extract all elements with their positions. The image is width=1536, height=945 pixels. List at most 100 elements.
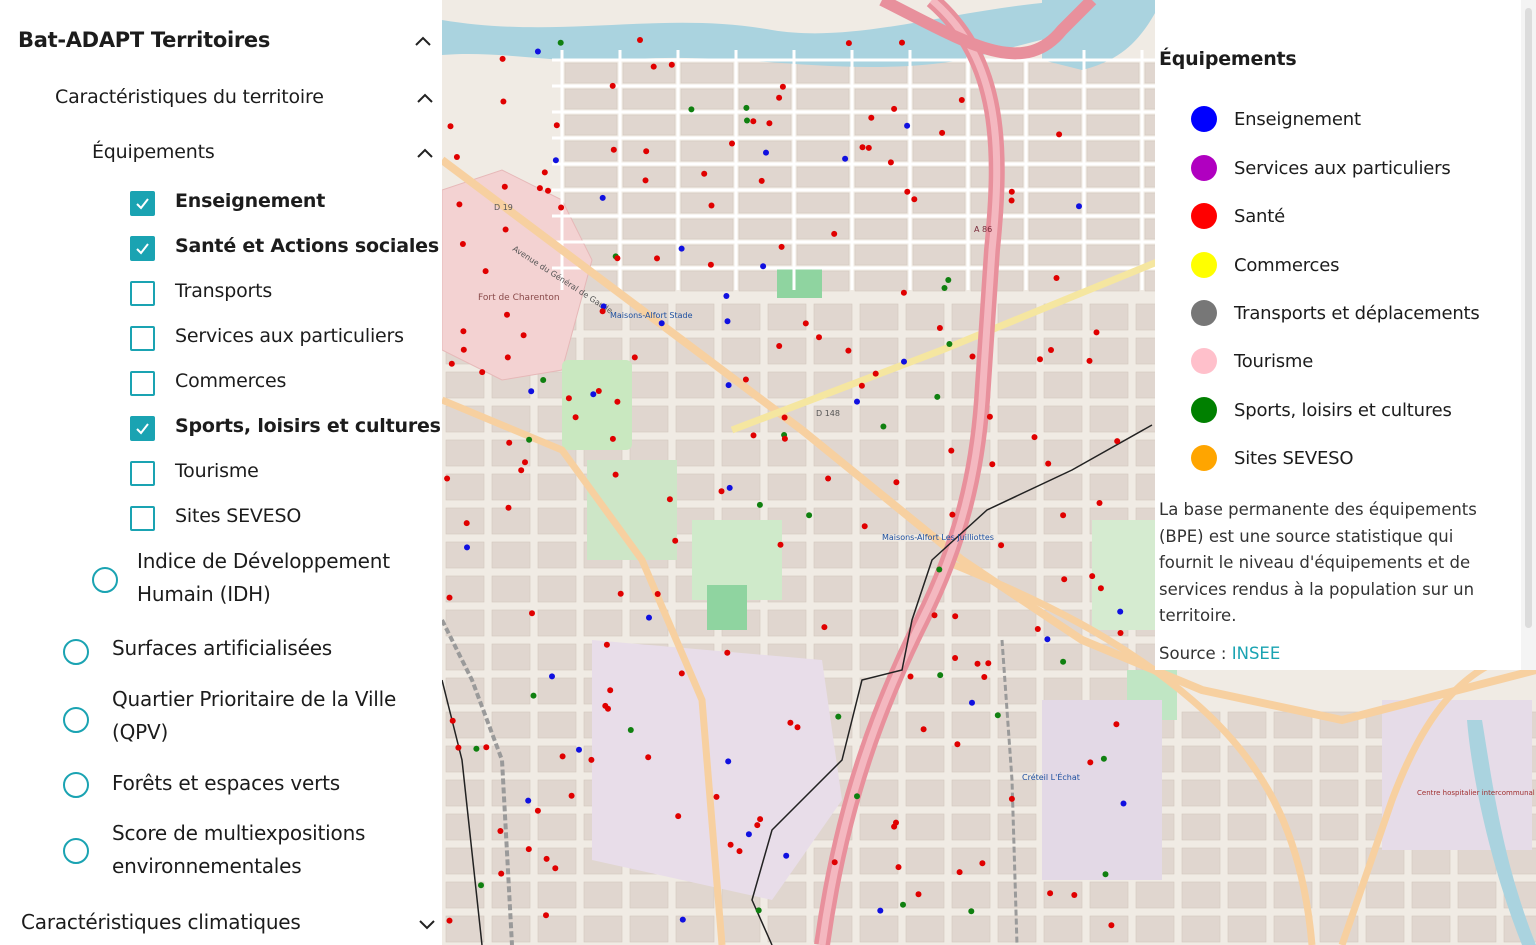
checkbox-commerces[interactable]	[130, 371, 155, 396]
poi-marker[interactable]	[558, 204, 565, 211]
poi-marker[interactable]	[528, 388, 535, 395]
poi-marker[interactable]	[981, 674, 988, 680]
poi-marker[interactable]	[505, 504, 512, 511]
poi-marker[interactable]	[783, 852, 790, 859]
poi-marker[interactable]	[854, 398, 860, 405]
poi-marker[interactable]	[1061, 576, 1068, 583]
poi-marker[interactable]	[743, 104, 750, 111]
poi-marker[interactable]	[455, 744, 462, 751]
poi-marker[interactable]	[939, 129, 946, 136]
poi-marker[interactable]	[756, 501, 763, 508]
surfaces-artificialisees-radio[interactable]	[63, 639, 89, 665]
poi-marker[interactable]	[1120, 800, 1127, 807]
poi-marker[interactable]	[595, 388, 602, 394]
poi-marker[interactable]	[1086, 357, 1093, 364]
poi-marker[interactable]	[1076, 203, 1082, 210]
poi-marker[interactable]	[859, 144, 866, 151]
poi-marker[interactable]	[750, 432, 757, 439]
poi-marker[interactable]	[650, 63, 657, 70]
poi-marker[interactable]	[590, 391, 597, 398]
poi-marker[interactable]	[723, 293, 730, 299]
poi-marker[interactable]	[446, 594, 453, 601]
poi-marker[interactable]	[498, 870, 505, 877]
poi-marker[interactable]	[627, 727, 634, 733]
poi-marker[interactable]	[482, 268, 489, 275]
poi-marker[interactable]	[893, 479, 900, 486]
poi-marker[interactable]	[725, 382, 732, 389]
poi-marker[interactable]	[952, 655, 959, 661]
poi-marker[interactable]	[446, 917, 453, 924]
poi-marker[interactable]	[1113, 721, 1120, 728]
checkbox-services-aux-particuliers[interactable]	[130, 326, 155, 351]
poi-marker[interactable]	[1096, 500, 1103, 506]
poi-marker[interactable]	[718, 488, 725, 495]
poi-marker[interactable]	[501, 183, 508, 190]
subsection-equipements[interactable]: Équipements	[92, 141, 215, 163]
poi-marker[interactable]	[958, 97, 965, 103]
poi-marker[interactable]	[989, 461, 996, 468]
poi-marker[interactable]	[1037, 356, 1043, 363]
poi-marker[interactable]	[448, 360, 455, 367]
poi-marker[interactable]	[672, 537, 679, 544]
poi-marker[interactable]	[845, 347, 852, 354]
poi-marker[interactable]	[969, 353, 976, 360]
poi-marker[interactable]	[504, 354, 511, 361]
poi-marker[interactable]	[609, 435, 616, 442]
poi-marker[interactable]	[599, 194, 606, 201]
poi-marker[interactable]	[861, 523, 868, 530]
poi-marker[interactable]	[781, 414, 788, 421]
poi-marker[interactable]	[529, 610, 535, 617]
poi-marker[interactable]	[456, 201, 463, 208]
poi-marker[interactable]	[1117, 608, 1124, 615]
checkbox-sports-loisirs-et-cultures[interactable]	[130, 416, 155, 441]
checkbox-transports[interactable]	[130, 281, 155, 306]
poi-marker[interactable]	[1093, 329, 1100, 336]
poi-marker[interactable]	[483, 744, 490, 751]
poi-marker[interactable]	[968, 908, 975, 915]
poi-marker[interactable]	[645, 754, 652, 761]
collapse-chevron-up-icon[interactable]	[414, 87, 436, 109]
poi-marker[interactable]	[520, 332, 527, 339]
poi-marker[interactable]	[612, 471, 619, 478]
poi-marker[interactable]	[518, 467, 525, 474]
poi-marker[interactable]	[998, 542, 1005, 549]
poi-marker[interactable]	[907, 673, 914, 680]
poi-marker[interactable]	[654, 591, 661, 597]
poi-marker[interactable]	[576, 746, 582, 753]
poi-marker[interactable]	[877, 907, 884, 914]
poi-marker[interactable]	[969, 699, 975, 706]
poi-marker[interactable]	[726, 484, 733, 491]
poi-marker[interactable]	[1048, 347, 1054, 353]
poi-marker[interactable]	[572, 414, 579, 421]
poi-marker[interactable]	[1034, 626, 1041, 632]
poi-marker[interactable]	[658, 320, 665, 327]
poi-marker[interactable]	[1060, 658, 1067, 665]
poi-marker[interactable]	[1100, 755, 1107, 762]
poi-marker[interactable]	[954, 741, 961, 748]
poi-marker[interactable]	[920, 726, 927, 733]
qpv-radio[interactable]	[63, 707, 89, 733]
score-multiexpositions-radio[interactable]	[63, 838, 89, 864]
poi-marker[interactable]	[1102, 871, 1109, 878]
poi-marker[interactable]	[499, 55, 506, 62]
expand-chevron-down-icon[interactable]	[416, 913, 438, 935]
poi-marker[interactable]	[478, 882, 484, 889]
poi-marker[interactable]	[565, 395, 572, 402]
poi-marker[interactable]	[708, 202, 715, 209]
poi-marker[interactable]	[974, 660, 981, 667]
poi-marker[interactable]	[522, 459, 528, 466]
poi-marker[interactable]	[1056, 131, 1063, 138]
poi-marker[interactable]	[444, 475, 451, 482]
poi-marker[interactable]	[679, 916, 686, 923]
poi-marker[interactable]	[552, 865, 559, 872]
poi-marker[interactable]	[688, 106, 695, 113]
poi-marker[interactable]	[781, 435, 788, 442]
poi-marker[interactable]	[934, 393, 941, 400]
insee-link[interactable]: INSEE	[1232, 644, 1281, 663]
poi-marker[interactable]	[937, 672, 944, 679]
poi-marker[interactable]	[460, 328, 467, 335]
poi-marker[interactable]	[985, 660, 992, 667]
poi-marker[interactable]	[854, 793, 860, 800]
poi-marker[interactable]	[675, 813, 682, 820]
poi-marker[interactable]	[948, 447, 955, 454]
